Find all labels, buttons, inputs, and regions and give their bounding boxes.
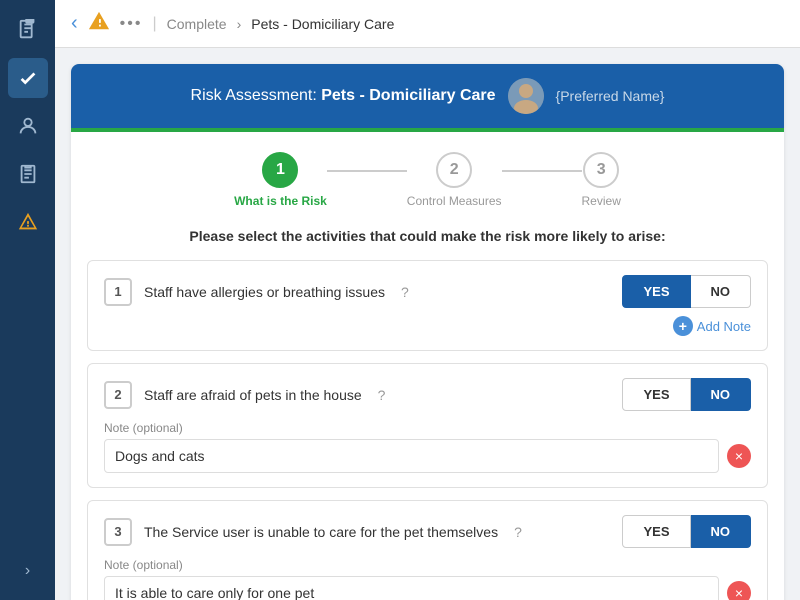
- question-left-1: 1 Staff have allergies or breathing issu…: [104, 278, 409, 306]
- assessment-card: Risk Assessment: Pets - Domiciliary Care…: [71, 64, 784, 600]
- step-1-label: What is the Risk: [234, 194, 327, 208]
- question-buttons-3: YES NO: [622, 515, 751, 548]
- note-clear-button-3[interactable]: ×: [727, 581, 751, 600]
- card-header: Risk Assessment: Pets - Domiciliary Care…: [71, 64, 784, 128]
- yes-button-1[interactable]: YES: [622, 275, 690, 308]
- yes-button-3[interactable]: YES: [622, 515, 690, 548]
- question-help-2: ?: [378, 387, 386, 403]
- sidebar-item-person[interactable]: [8, 106, 48, 146]
- note-label-3: Note (optional): [104, 558, 751, 572]
- add-note-plus-icon-1[interactable]: +: [673, 316, 693, 336]
- question-help-3: ?: [514, 524, 522, 540]
- warning-icon: [88, 10, 110, 37]
- note-section-3: Note (optional) ×: [104, 558, 751, 600]
- steps: 1 What is the Risk 2 Control Measures 3 …: [234, 152, 621, 208]
- step-line-2: [502, 170, 582, 172]
- status-label: Complete: [167, 16, 227, 32]
- step-3-circle[interactable]: 3: [583, 152, 619, 188]
- note-input-3[interactable]: [104, 576, 719, 600]
- back-button[interactable]: ‹: [71, 12, 78, 35]
- question-row-3: 3 The Service user is unable to care for…: [87, 500, 768, 600]
- question-left-2: 2 Staff are afraid of pets in the house …: [104, 381, 385, 409]
- question-left-3: 3 The Service user is unable to care for…: [104, 518, 522, 546]
- step-line-1: [327, 170, 407, 172]
- question-row-2: 2 Staff are afraid of pets in the house …: [87, 363, 768, 488]
- step-1-circle[interactable]: 1: [262, 152, 298, 188]
- yes-button-2[interactable]: YES: [622, 378, 690, 411]
- question-text-2: Staff are afraid of pets in the house: [144, 387, 362, 403]
- note-clear-button-2[interactable]: ×: [727, 444, 751, 468]
- page-title: Pets - Domiciliary Care: [251, 16, 394, 32]
- more-options[interactable]: •••: [120, 15, 143, 33]
- sidebar-item-alert[interactable]: [8, 202, 48, 242]
- no-button-3[interactable]: NO: [691, 515, 752, 548]
- question-top-2: 2 Staff are afraid of pets in the house …: [104, 378, 751, 411]
- question-text-1: Staff have allergies or breathing issues: [144, 284, 385, 300]
- step-2-circle[interactable]: 2: [436, 152, 472, 188]
- sidebar-item-clipboard[interactable]: [8, 154, 48, 194]
- note-section-2: Note (optional) ×: [104, 421, 751, 473]
- step-3: 3 Review: [582, 152, 621, 208]
- sidebar-expand-arrow[interactable]: ›: [25, 562, 30, 580]
- add-note-row-1: + Add Note: [104, 316, 751, 336]
- question-number-2: 2: [104, 381, 132, 409]
- question-help-1: ?: [401, 284, 409, 300]
- question-number-3: 3: [104, 518, 132, 546]
- steps-container: 1 What is the Risk 2 Control Measures 3 …: [71, 132, 784, 228]
- card-header-bold: Pets - Domiciliary Care: [321, 87, 495, 104]
- note-input-row-3: ×: [104, 576, 751, 600]
- main-content: ‹ ••• | Complete › Pets - Domiciliary Ca…: [55, 0, 800, 600]
- no-button-2[interactable]: NO: [691, 378, 752, 411]
- note-input-row-2: ×: [104, 439, 751, 473]
- step-1: 1 What is the Risk: [234, 152, 327, 208]
- avatar: [508, 78, 544, 114]
- step-2-label: Control Measures: [407, 194, 502, 208]
- sidebar-item-check[interactable]: [8, 58, 48, 98]
- card-header-title: Risk Assessment: Pets - Domiciliary Care: [191, 87, 496, 105]
- no-button-1[interactable]: NO: [691, 275, 752, 308]
- question-top-1: 1 Staff have allergies or breathing issu…: [104, 275, 751, 308]
- step-3-label: Review: [582, 194, 621, 208]
- sidebar: ›: [0, 0, 55, 600]
- add-note-button-1[interactable]: Add Note: [697, 319, 751, 334]
- topbar: ‹ ••• | Complete › Pets - Domiciliary Ca…: [55, 0, 800, 48]
- breadcrumb-chevron: ›: [237, 16, 242, 32]
- preferred-name: {Preferred Name}: [556, 88, 665, 104]
- content-area: Risk Assessment: Pets - Domiciliary Care…: [55, 48, 800, 600]
- note-input-2[interactable]: [104, 439, 719, 473]
- question-row-1: 1 Staff have allergies or breathing issu…: [87, 260, 768, 351]
- question-number-1: 1: [104, 278, 132, 306]
- step-2: 2 Control Measures: [407, 152, 502, 208]
- question-top-3: 3 The Service user is unable to care for…: [104, 515, 751, 548]
- note-label-2: Note (optional): [104, 421, 751, 435]
- question-buttons-2: YES NO: [622, 378, 751, 411]
- sidebar-item-documents[interactable]: [8, 10, 48, 50]
- question-text-3: The Service user is unable to care for t…: [144, 524, 498, 540]
- question-buttons-1: YES NO: [622, 275, 751, 308]
- question-prompt: Please select the activities that could …: [71, 228, 784, 260]
